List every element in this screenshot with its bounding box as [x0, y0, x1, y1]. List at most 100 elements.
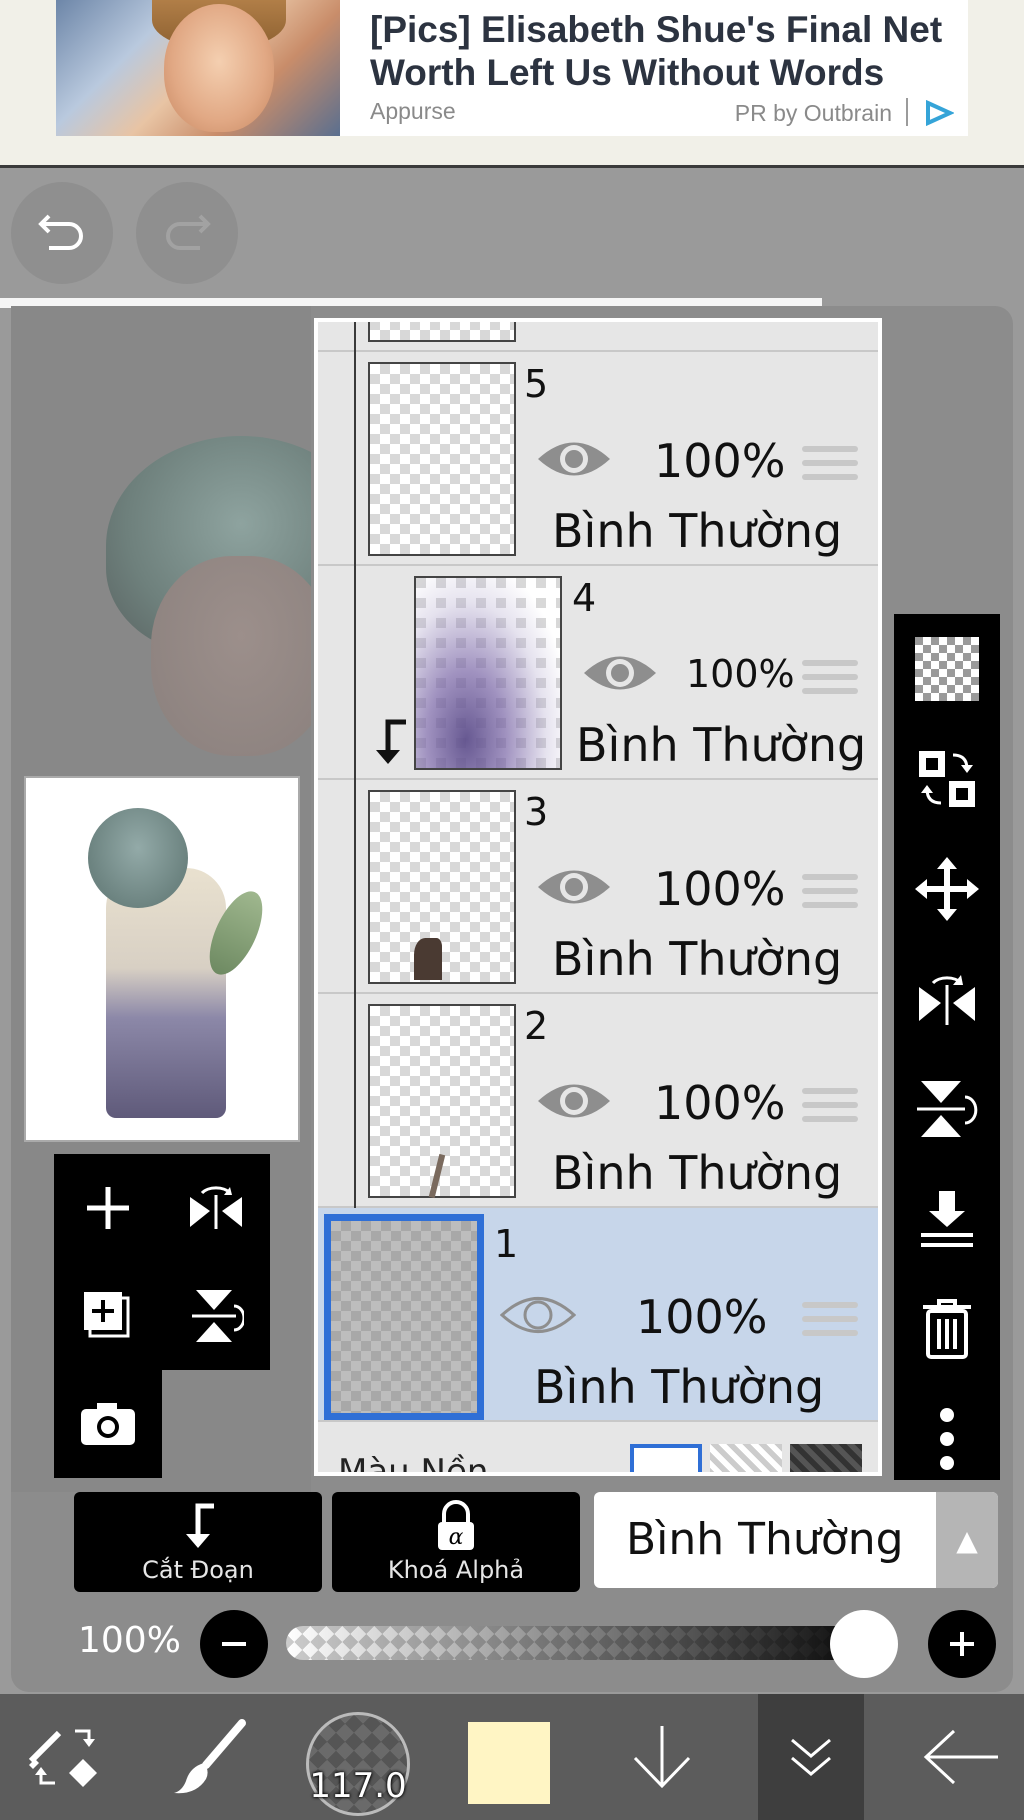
- drag-handle-icon[interactable]: [802, 660, 858, 700]
- layer-down-button[interactable]: [612, 1694, 712, 1820]
- move-icon: [915, 857, 979, 921]
- background-color-row[interactable]: Màu Nền: [318, 1440, 878, 1476]
- drag-handle-icon[interactable]: [802, 1088, 858, 1128]
- arrow-down-icon: [633, 1726, 691, 1789]
- layer-row-2[interactable]: 2 100% Bình Thường: [318, 994, 878, 1208]
- transform-button[interactable]: [894, 724, 1000, 834]
- layer-row-4[interactable]: 4 100% Bình Thường: [318, 566, 878, 780]
- layer-row-3[interactable]: 3 100% Bình Thường: [318, 780, 878, 994]
- navigator-preview[interactable]: [24, 776, 300, 1142]
- camera-button[interactable]: [54, 1370, 162, 1478]
- camera-icon: [81, 1403, 135, 1445]
- layer-tree-line: [354, 566, 356, 780]
- layer-blend-mode: Bình Thường: [576, 718, 867, 772]
- ad-separator: [906, 98, 908, 126]
- eye-icon[interactable]: [536, 1076, 612, 1126]
- eye-icon[interactable]: [536, 434, 612, 484]
- ad-image[interactable]: [56, 0, 340, 136]
- clip-arrow-icon: [186, 1503, 214, 1548]
- add-layer-button[interactable]: [54, 1154, 162, 1262]
- camera-tool-palette: [54, 1370, 162, 1478]
- duplicate-layer-icon: [84, 1292, 130, 1338]
- ad-banner[interactable]: [Pics] Elisabeth Shue's Final Net Worth …: [0, 0, 1024, 168]
- delete-layer-button[interactable]: [894, 1274, 1000, 1384]
- opacity-slider-knob[interactable]: [830, 1610, 898, 1678]
- redo-button[interactable]: [136, 182, 238, 284]
- brush-tool-button[interactable]: [150, 1694, 270, 1820]
- duplicate-layer-button[interactable]: [54, 1262, 162, 1370]
- opacity-decrease-button[interactable]: [200, 1610, 268, 1678]
- clipping-button[interactable]: Cắt Đoạn: [74, 1492, 322, 1592]
- lock-icon: α: [438, 1500, 474, 1550]
- layer-thumbnail: [368, 790, 516, 984]
- layer-row-1[interactable]: 1 100% Bình Thường: [318, 1208, 878, 1422]
- layer-opacity: 100%: [636, 1290, 768, 1344]
- blend-mode-select[interactable]: Bình Thường ▲: [594, 1492, 998, 1588]
- move-button[interactable]: [894, 834, 1000, 944]
- layers-panel[interactable]: 5 100% Bình Thường 4 100% Bình Thường 3 …: [314, 318, 882, 1476]
- ad-title[interactable]: [Pics] Elisabeth Shue's Final Net Worth …: [370, 8, 960, 94]
- eye-icon[interactable]: [582, 648, 658, 698]
- brush-eraser-swap-icon: [28, 1729, 97, 1787]
- alpha-lock-button[interactable]: α Khoá Alphả: [332, 1492, 580, 1592]
- layer-tree-line: [354, 322, 356, 352]
- current-color-swatch[interactable]: [468, 1722, 550, 1804]
- ad-sponsor[interactable]: PR by Outbrain: [735, 100, 892, 127]
- plus-icon: [950, 1632, 974, 1656]
- flip-layer-vertical-button[interactable]: [894, 1054, 1000, 1164]
- flip-vertical-button[interactable]: [162, 1262, 270, 1370]
- layer-opacity: 100%: [686, 652, 795, 696]
- redo-icon: [166, 214, 211, 250]
- layer-blend-mode: Bình Thường: [552, 1146, 843, 1200]
- layer-thumbnail: [414, 576, 562, 770]
- plus-icon: [87, 1187, 129, 1229]
- layer-opacity: 100%: [654, 434, 786, 488]
- opacity-increase-button[interactable]: [928, 1610, 996, 1678]
- background-dark-swatch[interactable]: [790, 1444, 862, 1472]
- background-white-swatch[interactable]: [630, 1444, 702, 1472]
- layers-toggle-button[interactable]: [758, 1694, 864, 1820]
- more-vertical-icon: [940, 1408, 954, 1470]
- svg-text:α: α: [449, 1525, 464, 1550]
- undo-button[interactable]: [11, 182, 113, 284]
- layer-row-5[interactable]: 5 100% Bình Thường: [318, 352, 878, 566]
- adchoices-icon[interactable]: [924, 100, 954, 126]
- layer-actions-toolbar: [894, 614, 1000, 1480]
- ad-card[interactable]: [Pics] Elisabeth Shue's Final Net Worth …: [56, 0, 968, 136]
- thumbnail-stroke: [414, 938, 442, 980]
- artwork-face: [151, 556, 311, 756]
- flip-vertical-icon: [192, 1290, 244, 1342]
- layer-opacity-label: 100%: [78, 1620, 181, 1661]
- merge-down-button[interactable]: [894, 1164, 1000, 1274]
- layer-number: 2: [524, 1004, 549, 1048]
- flip-horizontal-button[interactable]: [162, 1154, 270, 1262]
- tool-switch-button[interactable]: [0, 1694, 130, 1820]
- drag-handle-icon[interactable]: [802, 1302, 858, 1342]
- clipping-label: Cắt Đoạn: [142, 1556, 254, 1584]
- layer-tree-line: [354, 352, 356, 566]
- eye-icon[interactable]: [536, 862, 612, 912]
- drag-handle-icon[interactable]: [802, 874, 858, 914]
- brush-size-value: 117.0: [309, 1766, 407, 1806]
- layer-tree-line: [354, 780, 356, 994]
- preview-figure-head: [88, 808, 188, 908]
- more-options-button[interactable]: [894, 1384, 1000, 1494]
- layer-row-partial[interactable]: [318, 322, 878, 352]
- flip-layer-horizontal-button[interactable]: [894, 944, 1000, 1054]
- background-color-label: Màu Nền: [338, 1452, 489, 1476]
- layer-tree-line: [354, 994, 356, 1208]
- minus-icon: [222, 1642, 246, 1646]
- transparency-button[interactable]: [894, 614, 1000, 724]
- eye-icon[interactable]: [500, 1290, 576, 1340]
- arrow-left-icon: [923, 1729, 998, 1785]
- opacity-slider[interactable]: [286, 1626, 890, 1660]
- chevron-up-icon[interactable]: ▲: [936, 1492, 998, 1588]
- layer-number: 4: [572, 576, 597, 620]
- layer-thumbnail: [368, 322, 516, 342]
- back-button[interactable]: [900, 1694, 1024, 1820]
- background-transparent-swatch[interactable]: [710, 1444, 782, 1472]
- flip-vertical-icon: [917, 1081, 978, 1137]
- ad-image-face: [164, 4, 274, 132]
- drag-handle-icon[interactable]: [802, 446, 858, 486]
- checker-icon: [915, 637, 979, 701]
